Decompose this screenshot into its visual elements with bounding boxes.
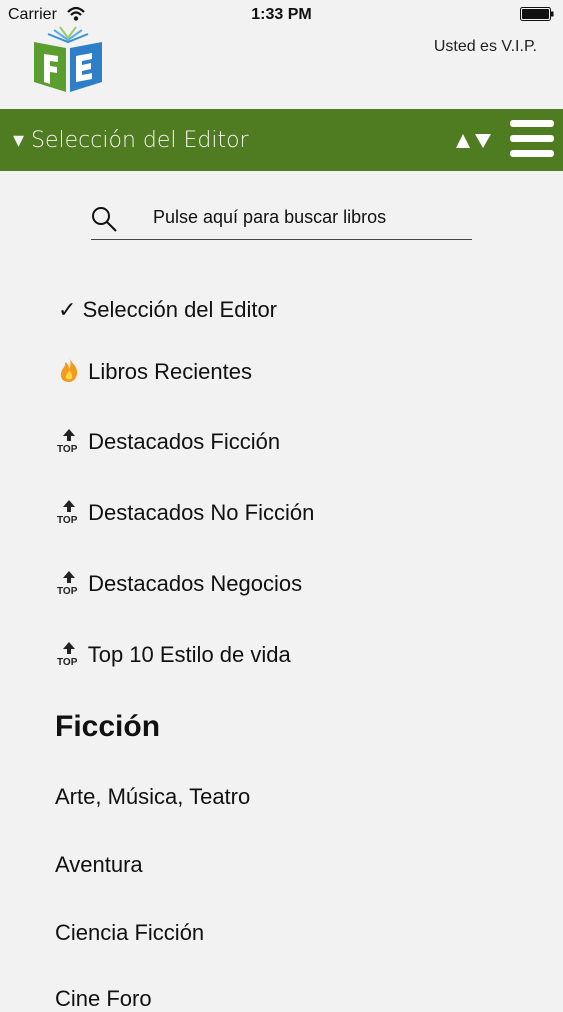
sort-toggle-icon[interactable] [454,130,494,152]
category-item[interactable]: Arte, Música, Teatro [55,784,250,810]
top-icon: TOP [57,642,78,666]
battery-icon [520,7,554,21]
svg-text:TOP: TOP [57,657,78,666]
list-item-destacados-no-ficcion[interactable]: TOP Destacados No Ficción [56,498,314,526]
hamburger-menu-icon[interactable] [510,120,554,160]
top-icon: TOP [57,429,78,453]
list-item-label: Destacados Ficción [88,429,281,454]
checkmark-icon: ✓ [58,297,77,322]
svg-text:TOP: TOP [57,444,78,453]
category-item[interactable]: Ciencia Ficción [55,920,204,946]
list-item-destacados-negocios[interactable]: TOP Destacados Negocios [56,569,302,597]
search-placeholder: Pulse aquí para buscar libros [153,207,387,227]
list-item-label: Selección del Editor [82,297,278,322]
list-item-label: Destacados Negocios [88,571,303,596]
top-icon: TOP [57,571,78,595]
list-item-destacados-ficcion[interactable]: TOP Destacados Ficción [56,427,280,455]
list-item-label: Top 10 Estilo de vida [87,642,291,667]
search-field[interactable]: Pulse aquí para buscar libros [91,202,472,240]
section-title: Ficción [55,710,161,743]
list-item-label: Libros Recientes [88,359,252,384]
list-item-seleccion-editor[interactable]: ✓ Selección del Editor [58,297,277,323]
search-icon [92,207,117,232]
top-icon: TOP [57,500,78,524]
list-item-top10-estilo-vida[interactable]: TOP Top 10 Estilo de vida [56,640,291,668]
category-item[interactable]: Cine Foro [55,986,152,1012]
fire-icon [60,358,78,382]
clock: 1:33 PM [251,6,312,23]
list-item-libros-recientes[interactable]: Libros Recientes [56,357,252,385]
vip-status: Usted es V.I.P. [433,38,537,55]
svg-text:TOP: TOP [57,586,78,595]
svg-text:TOP: TOP [57,515,78,524]
app-logo [34,26,102,92]
current-category-dropdown[interactable]: ▾ Selección del Editor [13,128,249,153]
list-item-label: Destacados No Ficción [88,500,315,525]
category-item[interactable]: Aventura [55,852,143,878]
